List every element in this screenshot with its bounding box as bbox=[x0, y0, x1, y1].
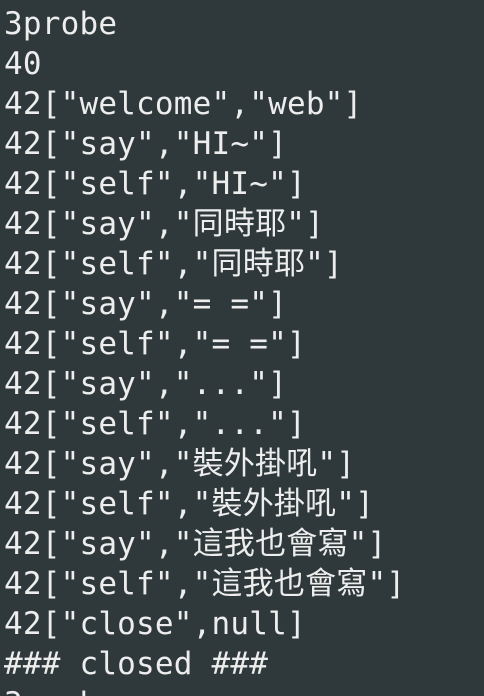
output-line: 42["say","HI~"] bbox=[4, 126, 287, 162]
output-line: 42["self","同時耶"] bbox=[4, 246, 343, 282]
output-line: 42["close",null] bbox=[4, 606, 306, 642]
output-line: 42["self","裝外掛吼"] bbox=[4, 486, 375, 522]
partial-bottom-line: 3probe bbox=[4, 684, 117, 696]
output-line: 42["say","這我也會寫"] bbox=[4, 526, 387, 562]
output-line: 42["say","..."] bbox=[4, 366, 287, 402]
output-line: 42["self","= ="] bbox=[4, 326, 306, 362]
terminal-window[interactable]: 3probe 40 42["welcome","web"] 42["say","… bbox=[0, 0, 484, 696]
output-line: 42["say","= ="] bbox=[4, 286, 287, 322]
output-line: 40 bbox=[4, 46, 42, 82]
output-line: 42["self","..."] bbox=[4, 406, 306, 442]
output-line: 42["welcome","web"] bbox=[4, 86, 363, 122]
output-line: 42["self","HI~"] bbox=[4, 166, 306, 202]
output-line: 42["self","這我也會寫"] bbox=[4, 566, 406, 602]
output-line: 42["say","同時耶"] bbox=[4, 206, 324, 242]
output-line: ### closed ### bbox=[4, 646, 269, 682]
output-line: 3probe bbox=[4, 6, 118, 42]
output-line: 42["say","裝外掛吼"] bbox=[4, 446, 356, 482]
